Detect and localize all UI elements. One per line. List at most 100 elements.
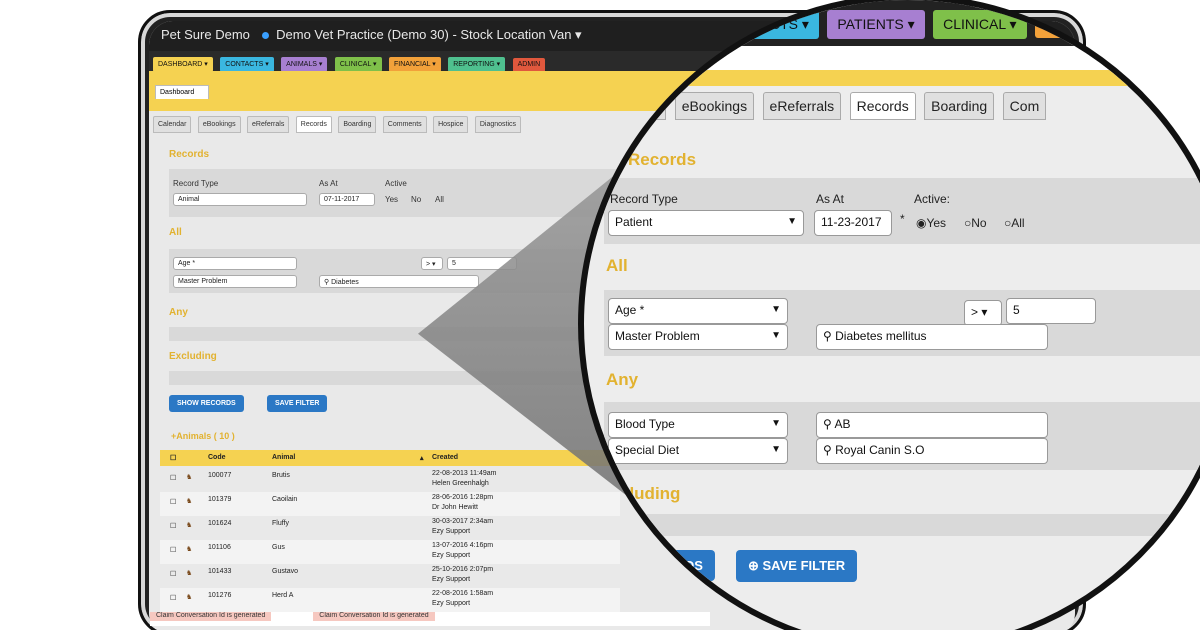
tab-records[interactable]: Records [295,116,332,133]
lens-active-no-radio[interactable]: ○No [964,216,987,230]
select-all-checkbox[interactable]: ☐ [170,454,176,462]
notification-1[interactable]: Claim Conversation Id is generated [150,612,272,621]
row-animal[interactable]: Brutis [272,472,290,479]
lens-module-financial[interactable]: ▲ [1034,10,1069,38]
row-animal[interactable]: Caoilain [272,496,297,503]
row-animal[interactable]: Gus [272,544,285,551]
animals-count-heading: +Animals ( 10 ) [171,431,235,441]
age-operator-select[interactable]: > ▾ [421,257,443,270]
active-yes-radio[interactable]: Yes [385,195,398,204]
module-contacts[interactable]: CONTACTS ▾ [220,57,274,72]
active-all-radio[interactable]: All [435,195,444,204]
practice-name[interactable]: Demo Vet Practice (Demo 30) [276,27,449,42]
lens-tab-ereferrals[interactable]: eReferrals [762,92,842,120]
tab-diagnostics[interactable]: Diagnostics [474,116,522,133]
table-row[interactable]: ☐ ♞ 101624 Fluffy 30-03-2017 2:34am Ezy Suppo… [160,516,620,540]
save-filter-button[interactable]: SAVE FILTER [267,395,328,412]
lens-blood-type-value: AB [834,417,851,431]
lens-module-patients[interactable]: PATIENTS ▾ [827,10,925,39]
lens-special-diet-select[interactable]: Special Diet [608,438,788,464]
lens-as-at-field[interactable]: 11-23-2017 [814,210,892,236]
lens-save-filter-button[interactable]: ⊕ SAVE FILTER [736,550,858,582]
lens-save-filter-label: SAVE FILTER [762,558,846,573]
col-code[interactable]: Code [208,454,226,461]
lens-age-value-input[interactable]: 5 [1006,298,1096,324]
row-created: 13-07-2016 4:16pm [432,542,494,549]
row-checkbox[interactable]: ☐ [170,546,176,554]
row-checkbox[interactable]: ☐ [170,594,176,602]
lens-tab-records[interactable]: Records [849,92,916,120]
plus-circle-icon: ⊕ [748,558,763,573]
lens-special-diet-input[interactable]: ⚲ Royal Canin S.O [816,438,1048,464]
lens-tab-boarding[interactable]: Boarding [924,92,995,120]
tab-hospice[interactable]: Hospice [433,116,469,133]
row-code: 101433 [208,568,232,575]
row-animal[interactable]: Gustavo [272,568,298,575]
show-records-button[interactable]: SHOW RECORDS [169,395,244,412]
row-created-by: Dr John Hewitt [432,504,478,511]
module-dashboard[interactable]: DASHBOARD ▾ [153,57,213,72]
row-created: 25-10-2016 2:07pm [432,566,494,573]
age-select[interactable]: Age * [173,257,297,270]
row-animal[interactable]: Fluffy [272,520,289,527]
tab-comments[interactable]: Comments [382,116,427,133]
module-animals[interactable]: ANIMALS ▾ [281,57,328,72]
lens-master-problem-input[interactable]: ⚲ Diabetes mellitus [816,324,1048,350]
master-problem-select[interactable]: Master Problem [173,275,297,288]
record-type-label: Record Type [173,179,219,188]
lens-tab-comments[interactable]: Com [1002,92,1047,120]
location-select[interactable]: - Stock Location Van ▾ [452,27,581,42]
lens-active-label: Active: [914,192,951,206]
row-checkbox[interactable]: ☐ [170,522,176,530]
row-checkbox[interactable]: ☐ [170,474,176,482]
row-created: 22-08-2016 1:58am [432,590,494,597]
tab-boarding[interactable]: Boarding [338,116,377,133]
lens-excluding-heading: cluding [620,484,681,503]
table-row[interactable]: ☐ ♞ 101433 Gustavo 25-10-2016 2:07pm Ezy Supp… [160,564,620,588]
dashboard-tab[interactable]: Dashboard [155,85,209,99]
col-created[interactable]: Created [432,454,458,461]
lens-master-problem-select[interactable]: Master Problem [608,324,788,350]
lens-module-contacts[interactable]: CONTACTS ▾ [712,10,819,39]
sort-icon[interactable]: ▴ [420,454,424,462]
table-row[interactable]: ☐ ♞ 101276 Herd A 22-08-2016 1:58am Ezy Suppo… [160,588,620,612]
module-clinical[interactable]: CLINICAL ▾ [334,57,382,72]
record-type-select[interactable]: Animal [173,193,307,206]
tab-ereferrals[interactable]: eReferrals [247,116,290,133]
lens-tab-ebookings[interactable]: eBookings [674,92,755,120]
animal-icon: ♞ [186,498,193,505]
module-reporting[interactable]: REPORTING ▾ [448,57,506,72]
lens-record-type-select[interactable]: Patient [608,210,804,236]
lens-module-clinical[interactable]: CLINICAL ▾ [933,10,1027,39]
lens-blood-type-select[interactable]: Blood Type [608,412,788,438]
lens-active-all-radio[interactable]: ○All [1004,216,1025,230]
lens-active-yes-radio[interactable]: ◉Yes [916,216,946,230]
lens-yes-label: Yes [926,216,947,230]
active-no-radio[interactable]: No [411,195,421,204]
master-problem-input[interactable]: ⚲ Diabetes [319,275,479,288]
lens-age-select[interactable]: Age * [608,298,788,324]
col-animal[interactable]: Animal [272,454,295,461]
lens-tab-calendar[interactable]: dar [632,92,667,120]
row-checkbox[interactable]: ☐ [170,570,176,578]
animals-count-label: Animals ( 10 ) [176,431,235,441]
app-name: Pet Sure Demo [161,27,250,42]
tab-ebookings[interactable]: eBookings [197,116,241,133]
row-code: 101379 [208,496,232,503]
table-row[interactable]: ☐ ♞ 100077 Brutis 22-08-2013 11:49am Helen Gr… [160,468,620,492]
table-row[interactable]: ☐ ♞ 101106 Gus 13-07-2016 4:16pm Ezy Support [160,540,620,564]
lens-show-records-button[interactable]: CORDS [644,550,715,581]
lens-age-operator-select[interactable]: > ▾ [964,300,1002,326]
module-financial[interactable]: FINANCIAL ▾ [389,57,441,72]
row-animal[interactable]: Herd A [272,592,293,599]
row-code: 101276 [208,592,232,599]
notification-2[interactable]: Claim Conversation Id is generated [313,612,435,621]
table-row[interactable]: ☐ ♞ 101379 Caoilain 28-06-2016 1:28pm Dr John… [160,492,620,516]
row-created-by: Ezy Support [432,576,471,583]
tab-calendar[interactable]: Calendar [153,116,192,133]
row-checkbox[interactable]: ☐ [170,498,176,506]
lens-records-heading: Records [628,150,697,169]
lens-blood-type-input[interactable]: ⚲ AB [816,412,1048,438]
lens-module-tabs: CONTACTS ▾ PATIENTS ▾ CLINICAL ▾ ▲ [584,0,1200,46]
as-at-field[interactable]: 07-11-2017 [319,193,375,206]
